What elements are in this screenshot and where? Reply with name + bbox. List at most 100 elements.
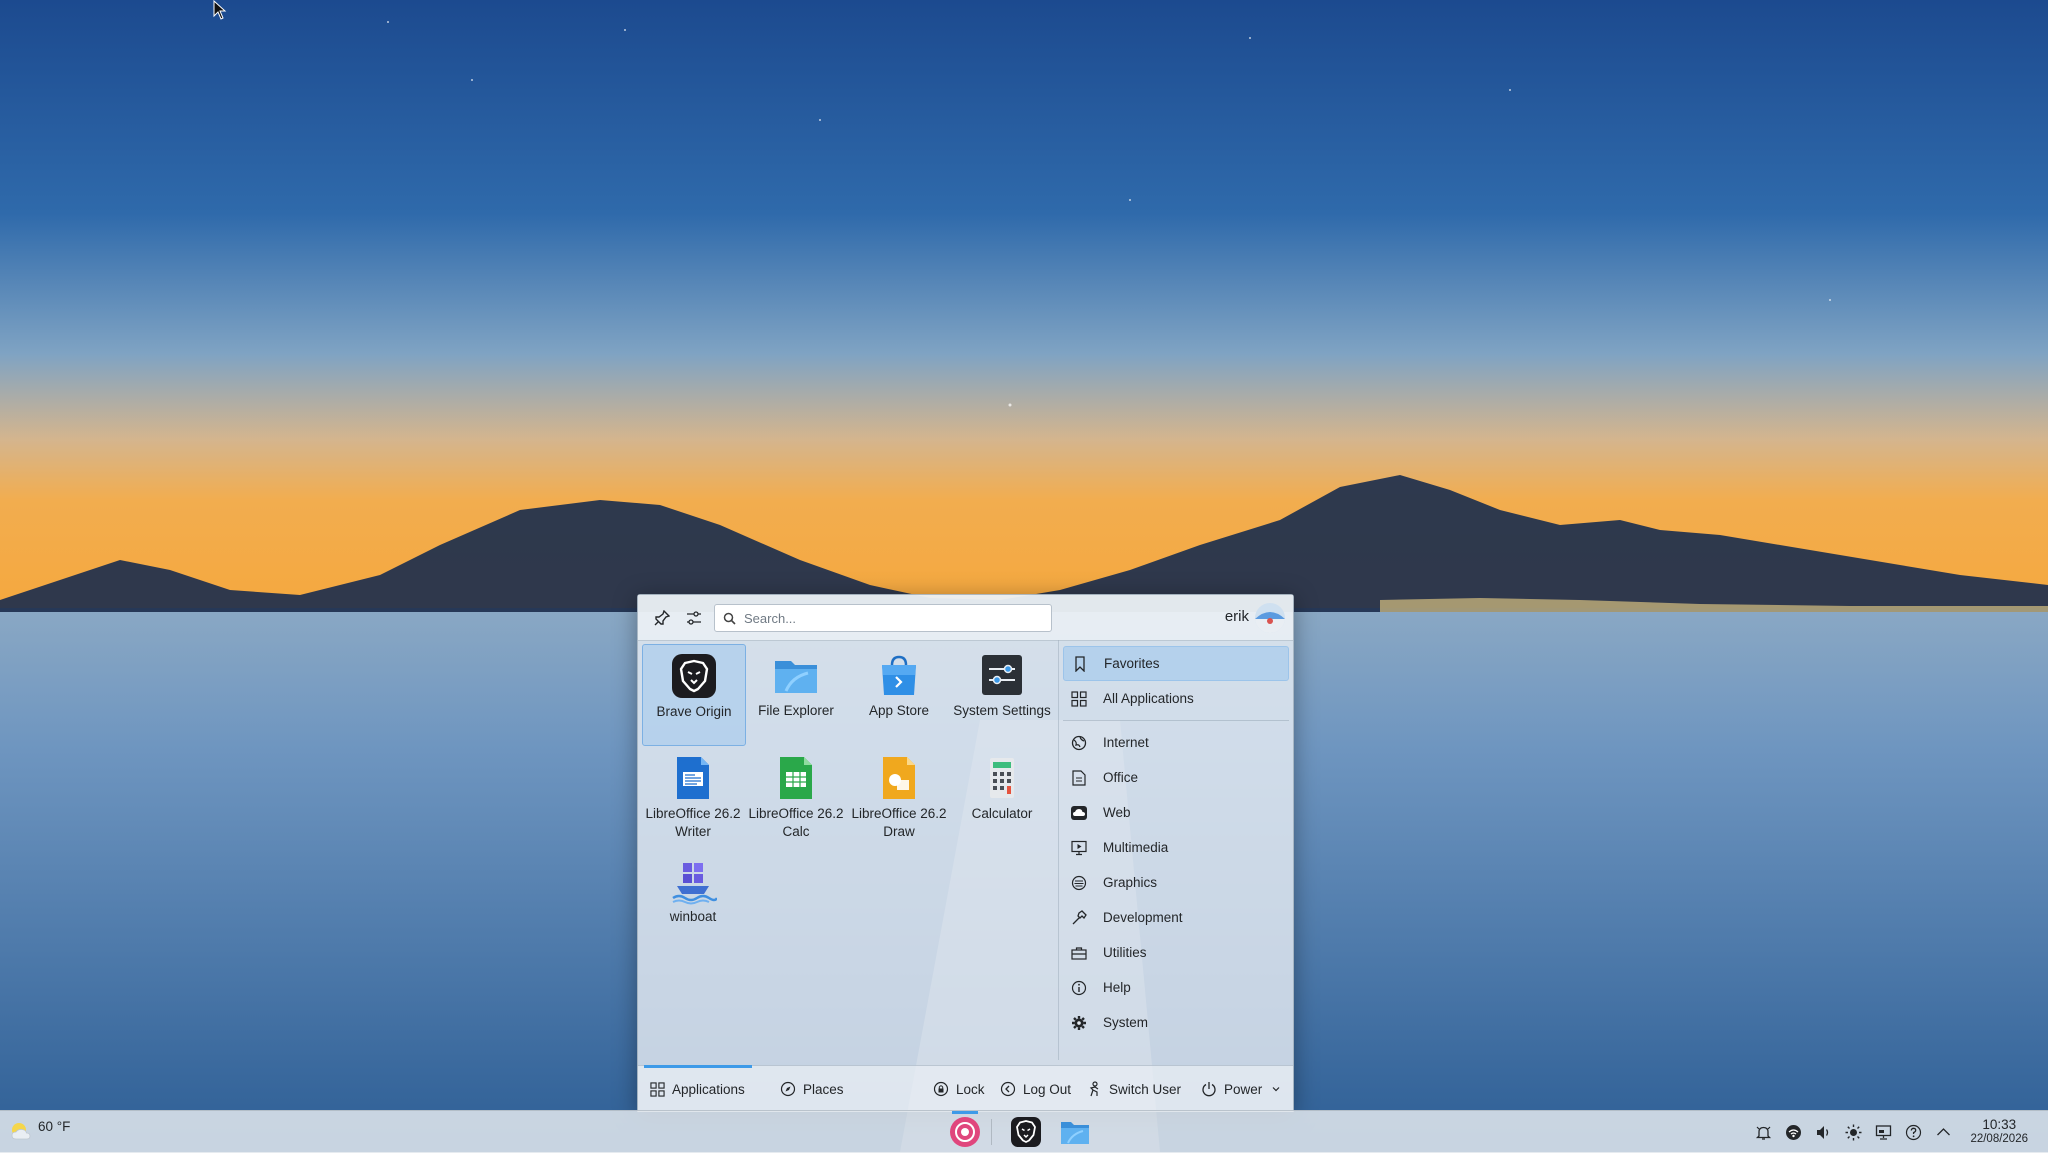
lock-icon — [933, 1081, 949, 1097]
log-out-button[interactable]: Log Out — [1000, 1076, 1071, 1102]
app-tile-app-store[interactable]: App Store — [848, 644, 950, 744]
favorites-grid: Brave Origin File Explorer App Store Sys… — [638, 640, 1058, 1060]
category-web[interactable]: Web — [1063, 795, 1289, 830]
app-tile-winboat[interactable]: winboat — [642, 850, 744, 950]
monitor-play-icon — [1069, 838, 1089, 858]
task-file-explorer-button[interactable] — [1058, 1115, 1092, 1149]
calc-spreadsheet-icon — [780, 757, 812, 799]
network-icon[interactable] — [1784, 1123, 1802, 1141]
category-label: System — [1103, 1015, 1149, 1030]
chevron-down-icon[interactable] — [1271, 1084, 1281, 1094]
tab-places[interactable]: Places — [780, 1076, 844, 1102]
volume-icon[interactable] — [1814, 1123, 1832, 1141]
clock[interactable]: 10:33 22/08/2026 — [1970, 1117, 2028, 1146]
app-label: System Settings — [953, 703, 1051, 718]
brightness-icon[interactable] — [1844, 1123, 1862, 1141]
app-label: File Explorer — [758, 703, 834, 718]
desktop-wallpaper: erik Brave Origin — [0, 0, 2048, 1153]
info-icon — [1069, 978, 1089, 998]
expand-tray-icon[interactable] — [1934, 1123, 1952, 1141]
tab-applications-label: Applications — [672, 1081, 745, 1097]
app-label: LibreOffice 26.2 Calc — [748, 806, 844, 839]
notifications-icon[interactable] — [1754, 1123, 1772, 1141]
app-tile-brave-origin[interactable]: Brave Origin — [642, 644, 746, 746]
display-icon[interactable] — [1874, 1123, 1892, 1141]
search-field[interactable] — [714, 604, 1052, 632]
category-label: Development — [1103, 910, 1183, 925]
app-tile-libreoffice-calc[interactable]: LibreOffice 26.2 Calc — [745, 747, 847, 847]
grid-icon — [1069, 689, 1089, 709]
search-input[interactable] — [742, 609, 1036, 627]
task-brave-button[interactable] — [1009, 1115, 1043, 1149]
writer-document-icon — [677, 757, 709, 799]
search-icon — [723, 612, 736, 625]
app-label: LibreOffice 26.2 Draw — [851, 806, 947, 839]
category-help[interactable]: Help — [1063, 970, 1289, 1005]
category-development[interactable]: Development — [1063, 900, 1289, 935]
kde-launcher-icon — [950, 1117, 980, 1147]
switch-user-label: Switch User — [1109, 1081, 1182, 1097]
brave-lion-icon — [1011, 1117, 1041, 1147]
pin-icon[interactable] — [648, 604, 676, 632]
help-icon[interactable] — [1904, 1123, 1922, 1141]
draw-shapes-icon — [883, 757, 915, 799]
taskbar: 60 °F 10:33 22/08/2026 — [0, 1110, 2048, 1153]
category-label: All Applications — [1103, 691, 1194, 706]
clock-date: 22/08/2026 — [1970, 1133, 2028, 1145]
clock-time: 10:33 — [1982, 1117, 2017, 1132]
app-tile-libreoffice-writer[interactable]: LibreOffice 26.2 Writer — [642, 747, 744, 847]
switch-user-button[interactable]: Switch User — [1088, 1076, 1181, 1102]
launcher-footer: Applications Places Lock Log Out Switch … — [638, 1065, 1293, 1112]
user-avatar[interactable] — [1255, 603, 1285, 633]
globe-icon — [1069, 733, 1089, 753]
configure-sliders-icon[interactable] — [680, 604, 708, 632]
power-label: Power — [1224, 1081, 1263, 1097]
bookmark-icon — [1070, 654, 1090, 674]
category-all-applications[interactable]: All Applications — [1063, 681, 1289, 716]
panel-divider — [1058, 640, 1059, 1060]
app-tile-calculator[interactable]: Calculator — [951, 747, 1053, 847]
app-tile-libreoffice-draw[interactable]: LibreOffice 26.2 Draw — [848, 747, 950, 847]
compass-icon — [780, 1081, 796, 1097]
category-internet[interactable]: Internet — [1063, 725, 1289, 760]
category-utilities[interactable]: Utilities — [1063, 935, 1289, 970]
folder-icon — [1061, 1122, 1089, 1144]
weather-temperature: 60 °F — [38, 1119, 71, 1134]
category-label: Graphics — [1103, 875, 1158, 890]
category-favorites[interactable]: Favorites — [1063, 646, 1289, 681]
app-label: LibreOffice 26.2 Writer — [645, 806, 741, 839]
app-label: App Store — [868, 703, 930, 718]
taskbar-separator — [991, 1119, 992, 1145]
category-list: Favorites All Applications Internet Offi… — [1063, 646, 1289, 1040]
weather-widget[interactable]: 60 °F — [8, 1119, 71, 1140]
launcher-header: erik — [638, 595, 1293, 641]
document-icon — [1069, 768, 1089, 788]
app-store-bag-icon — [882, 655, 916, 695]
category-label: Utilities — [1103, 945, 1147, 960]
winboat-ship-icon — [672, 863, 717, 905]
power-button[interactable]: Power — [1201, 1076, 1281, 1102]
app-tile-system-settings[interactable]: System Settings — [951, 644, 1053, 744]
grid-icon — [650, 1081, 665, 1097]
category-graphics[interactable]: Graphics — [1063, 865, 1289, 900]
app-label: Calculator — [971, 806, 1033, 821]
app-tile-file-explorer[interactable]: File Explorer — [745, 644, 847, 744]
category-label: Web — [1103, 805, 1131, 820]
brave-lion-icon — [672, 654, 716, 698]
application-launcher: erik Brave Origin — [637, 594, 1294, 1112]
category-multimedia[interactable]: Multimedia — [1063, 830, 1289, 865]
user-name: erik — [1224, 608, 1249, 625]
category-label: Favorites — [1104, 656, 1160, 671]
hammer-icon — [1069, 908, 1089, 928]
category-office[interactable]: Office — [1063, 760, 1289, 795]
category-system[interactable]: System — [1063, 1005, 1289, 1040]
task-launcher-button[interactable] — [948, 1115, 982, 1149]
category-label: Multimedia — [1103, 840, 1169, 855]
folder-icon — [775, 661, 817, 693]
app-label: Brave Origin — [656, 704, 732, 719]
log-out-label: Log Out — [1023, 1081, 1072, 1097]
tab-applications[interactable]: Applications — [644, 1065, 752, 1102]
app-label: winboat — [669, 909, 717, 924]
palette-icon — [1069, 873, 1089, 893]
lock-button[interactable]: Lock — [933, 1076, 985, 1102]
